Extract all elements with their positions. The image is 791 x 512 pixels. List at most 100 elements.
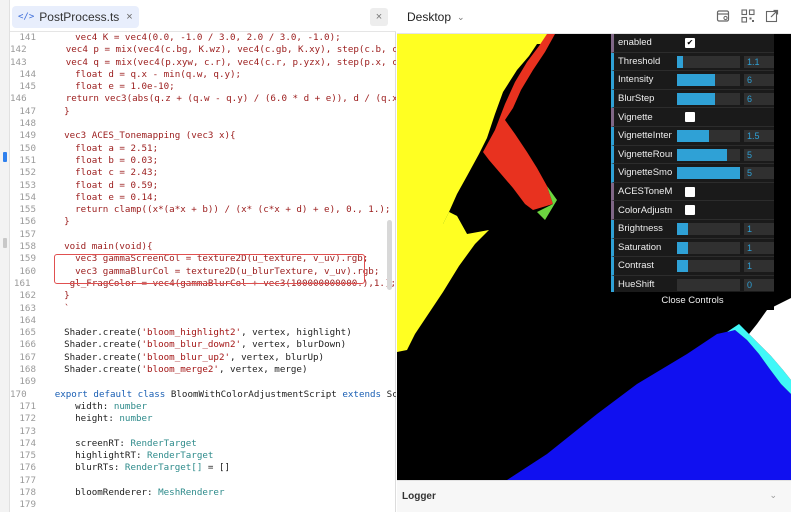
code-line: 147 } [10, 106, 396, 118]
chevron-down-icon[interactable]: ⌄ [769, 490, 777, 501]
control-row[interactable]: VignetteInten... 1.5 [611, 126, 774, 146]
line-number: 167 [19, 351, 36, 363]
controls-panel[interactable]: enabled ✔ Threshold 1.1 Intensity 6 BlurStep 6 V… [611, 34, 774, 310]
code-line: 179 [10, 499, 396, 511]
open-external-icon[interactable] [764, 9, 780, 25]
code-editor: </> PostProcess.ts × × 141 vec4 K = vec4… [10, 0, 396, 512]
line-text: return clamp((x*(a*x + b)) / (x* (c*x + … [53, 204, 391, 216]
slider-fill [677, 148, 728, 161]
line-text: float b = 0.03; [53, 154, 159, 166]
control-slider[interactable] [677, 278, 740, 291]
control-value-input[interactable]: 1.5 [744, 129, 774, 142]
code-line: 154 float e = 0.14; [10, 192, 396, 204]
control-slider[interactable] [677, 148, 740, 161]
code-line: 166 Shader.create('bloom_blur_down2', ve… [10, 339, 396, 351]
control-slider[interactable] [677, 92, 740, 105]
line-text: void main(void){ [53, 241, 153, 253]
logger-panel[interactable]: Logger ⌄ [397, 480, 791, 512]
line-number: 146 [10, 93, 27, 105]
code-line: 158 void main(void){ [10, 241, 396, 253]
line-text: float c = 2.43; [53, 167, 159, 179]
render-canvas[interactable]: enabled ✔ Threshold 1.1 Intensity 6 BlurStep 6 V… [397, 34, 791, 480]
code-line: 141 vec4 K = vec4(0.0, -1.0 / 3.0, 2.0 /… [10, 32, 396, 44]
control-row[interactable]: BlurStep 6 [611, 89, 774, 109]
file-tab[interactable]: </> PostProcess.ts × [12, 6, 139, 28]
code-line: 173 [10, 426, 396, 438]
control-row[interactable]: ACESToneMa... [611, 182, 774, 202]
close-editor-button[interactable]: × [370, 8, 388, 26]
control-slider[interactable] [677, 260, 740, 273]
window-icon[interactable] [715, 9, 731, 25]
code-line: 167 Shader.create('bloom_blur_up2', vert… [10, 352, 396, 364]
line-text: vec3 ACES_Tonemapping (vec3 x){ [53, 130, 236, 142]
control-slider[interactable] [677, 167, 740, 180]
control-row[interactable]: ColorAdjustm... [611, 201, 774, 220]
control-row[interactable]: Brightness 1 [611, 219, 774, 239]
line-number: 160 [19, 265, 36, 277]
code-line: 157 [10, 229, 396, 241]
line-number: 147 [19, 105, 36, 117]
code-line: 149 vec3 ACES_Tonemapping (vec3 x){ [10, 130, 396, 142]
code-line: 161 gl_FragColor = vec4(gammaBlurCol + v… [10, 278, 396, 290]
device-selector[interactable]: Desktop ⌄ [407, 10, 465, 24]
line-text: vec3 gammaBlurCol = texture2D(u_blurText… [53, 265, 380, 277]
line-text: Shader.create('bloom_blur_down2', vertex… [53, 339, 347, 351]
control-row[interactable]: Contrast 1 [611, 257, 774, 276]
control-checkbox[interactable] [685, 186, 695, 197]
line-text: screenRT: RenderTarget [53, 437, 197, 449]
control-row[interactable]: Threshold 1.1 [611, 52, 774, 72]
control-slider[interactable] [677, 55, 740, 68]
close-controls-button[interactable]: Close Controls [611, 292, 774, 310]
line-number: 176 [19, 462, 36, 474]
line-number: 151 [19, 154, 36, 166]
code-line: 170 export default class BloomWithColorA… [10, 389, 396, 401]
control-row[interactable]: Saturation 1 [611, 238, 774, 258]
slider-fill [677, 260, 689, 273]
control-row[interactable]: Intensity 6 [611, 71, 774, 90]
control-row[interactable]: VignetteSmoo... 5 [611, 164, 774, 183]
control-value-input[interactable]: 0 [744, 278, 774, 291]
line-number: 143 [10, 56, 27, 68]
line-number: 158 [19, 241, 36, 253]
line-number: 145 [19, 81, 36, 93]
control-label: ColorAdjustm... [618, 204, 672, 216]
activity-strip [0, 0, 10, 512]
control-value-input[interactable]: 5 [744, 167, 774, 180]
control-label: Intensity [618, 74, 654, 86]
control-slider[interactable] [677, 129, 740, 142]
line-text: } [53, 105, 70, 117]
control-label: Contrast [618, 260, 654, 272]
control-value-input[interactable]: 6 [744, 74, 774, 87]
line-number: 165 [19, 327, 36, 339]
control-row[interactable]: VignetteRoun... 5 [611, 145, 774, 165]
code-line: 169 [10, 376, 396, 388]
slider-fill [677, 241, 689, 254]
control-row[interactable]: enabled ✔ [611, 34, 774, 53]
control-checkbox[interactable] [685, 112, 695, 123]
close-tab-icon[interactable]: × [126, 11, 132, 23]
control-value-input[interactable]: 6 [744, 92, 774, 105]
control-label: BlurStep [618, 93, 655, 105]
control-row[interactable]: Vignette [611, 108, 774, 127]
slider-fill [677, 167, 740, 180]
code-line: 146 return vec3(abs(q.z + (q.w - q.y) / … [10, 93, 396, 105]
qr-code-icon[interactable] [740, 9, 756, 25]
control-slider[interactable] [677, 74, 740, 87]
control-value-input[interactable]: 5 [744, 148, 774, 161]
line-number: 155 [19, 204, 36, 216]
control-slider[interactable] [677, 241, 740, 254]
control-checkbox[interactable] [685, 205, 695, 216]
control-value-input[interactable]: 1.1 [744, 55, 774, 68]
control-checkbox[interactable]: ✔ [685, 38, 695, 48]
control-value-input[interactable]: 1 [744, 222, 774, 235]
control-value-input[interactable]: 1 [744, 260, 774, 273]
line-text [36, 376, 53, 388]
line-text: ` [53, 302, 70, 314]
editor-scrollbar[interactable] [387, 220, 392, 290]
line-text: blurRTs: RenderTarget[] = [] [53, 462, 231, 474]
code-area[interactable]: 141 vec4 K = vec4(0.0, -1.0 / 3.0, 2.0 /… [10, 32, 396, 512]
line-text [36, 118, 53, 130]
code-line: 155 return clamp((x*(a*x + b)) / (x* (c*… [10, 204, 396, 216]
control-slider[interactable] [677, 222, 740, 235]
control-value-input[interactable]: 1 [744, 241, 774, 254]
